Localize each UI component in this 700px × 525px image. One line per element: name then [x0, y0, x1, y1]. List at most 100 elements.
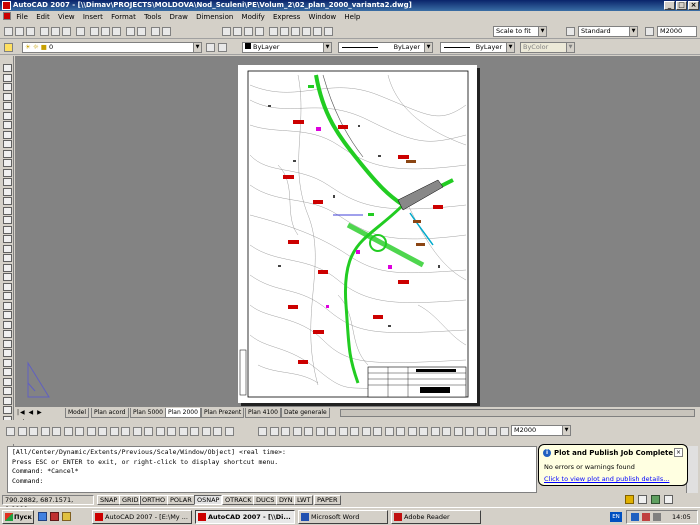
design-center-icon[interactable]	[280, 27, 289, 36]
paste-icon[interactable]	[112, 27, 121, 36]
erase-icon[interactable]	[6, 427, 15, 436]
scale-icon[interactable]	[488, 427, 497, 436]
zoom-realtime-icon[interactable]	[233, 27, 242, 36]
ellipse-tool-icon[interactable]	[3, 149, 12, 158]
tab-model[interactable]: Model	[65, 408, 90, 418]
offset-icon[interactable]	[40, 427, 50, 436]
lwt-toggle[interactable]: LWT	[294, 495, 314, 505]
menu-draw[interactable]: Draw	[170, 13, 188, 21]
lineweight-combo[interactable]: ByLayer ▼	[440, 42, 515, 53]
tray-volume-icon[interactable]	[653, 513, 661, 521]
circle-tool-icon[interactable]	[3, 121, 12, 129]
menu-modify[interactable]: Modify	[242, 13, 265, 21]
chevron-down-icon[interactable]: ▼	[323, 43, 331, 52]
properties-icon[interactable]	[269, 27, 278, 36]
circle-tool-icon[interactable]	[3, 311, 12, 319]
polygon-tool-icon[interactable]	[3, 282, 12, 291]
tab-plan-acord[interactable]: Plan acord	[91, 408, 129, 418]
match-properties-icon[interactable]	[126, 27, 135, 36]
show-desktop-icon[interactable]	[38, 512, 47, 521]
communication-center-icon[interactable]	[638, 495, 647, 504]
quicklaunch-explorer-icon[interactable]	[62, 512, 71, 521]
insert-block-tool-icon[interactable]	[3, 168, 12, 177]
start-button[interactable]: Пуск	[2, 510, 34, 524]
ellipse-tool-icon[interactable]	[3, 339, 12, 348]
aligned-dim-icon[interactable]	[201, 427, 211, 436]
dim-text-edit-icon[interactable]	[384, 427, 394, 436]
layer-previous-icon[interactable]	[218, 43, 227, 52]
break-icon[interactable]	[132, 427, 142, 436]
chevron-down-icon[interactable]: ▼	[562, 426, 570, 435]
command-prompt[interactable]: Command:	[12, 477, 532, 487]
plot-status-icon[interactable]	[625, 495, 634, 504]
tab-plan-prezent[interactable]: Plan Prezent	[201, 408, 245, 418]
open-icon[interactable]	[15, 27, 24, 36]
tab-date-generale[interactable]: Date generale	[281, 408, 330, 418]
move-icon[interactable]	[63, 427, 73, 436]
text-style-icon[interactable]	[566, 27, 575, 36]
menu-insert[interactable]: Insert	[83, 13, 103, 21]
ordinate-icon[interactable]	[224, 427, 234, 436]
layer-manager-icon[interactable]	[4, 43, 13, 52]
menu-help[interactable]: Help	[344, 13, 360, 21]
ellipse-arc-tool-icon[interactable]	[3, 159, 12, 167]
polar-toggle[interactable]: POLAR	[167, 495, 195, 505]
baseline-icon[interactable]	[315, 427, 325, 436]
polyline-tool-icon[interactable]	[3, 273, 12, 281]
undo-icon[interactable]	[151, 27, 160, 36]
chevron-down-icon[interactable]: ▼	[193, 43, 201, 52]
chevron-down-icon[interactable]: ▼	[424, 43, 432, 52]
clean-screen-icon[interactable]	[664, 495, 673, 504]
coordinate-readout[interactable]: 790.2882, 687.1571, 0.0000	[2, 495, 94, 513]
ducs-toggle[interactable]: DUCS	[253, 495, 278, 505]
point-tool-icon[interactable]	[3, 187, 12, 196]
radius-icon[interactable]	[258, 427, 267, 436]
menu-window[interactable]: Window	[309, 13, 337, 21]
line-tool-icon[interactable]	[3, 64, 12, 72]
command-line-window[interactable]: [All/Center/Dynamic/Extents/Previous/Sca…	[7, 446, 537, 493]
array-icon[interactable]	[453, 427, 463, 436]
arc-tool-icon[interactable]	[3, 301, 12, 310]
multiline-text-tool-icon[interactable]	[3, 235, 12, 243]
text-style-combo[interactable]: Standard ▼	[578, 26, 638, 37]
menu-tools[interactable]: Tools	[144, 13, 161, 21]
chevron-down-icon[interactable]: ▼	[506, 43, 514, 52]
minimize-button[interactable]: _	[664, 1, 675, 10]
zoom-previous-icon[interactable]	[255, 27, 264, 36]
linear-dim-icon[interactable]	[190, 427, 199, 436]
diameter-icon[interactable]	[281, 427, 290, 436]
snap-toggle[interactable]: SNAP	[97, 495, 121, 505]
move-icon[interactable]	[465, 427, 474, 436]
fillet-icon[interactable]	[167, 427, 176, 436]
close-icon[interactable]: ×	[674, 448, 683, 457]
layer-combo[interactable]: ☀ ☼ ■ 0 ▼	[22, 42, 202, 53]
close-button[interactable]: ×	[688, 1, 699, 10]
array-icon[interactable]	[52, 427, 61, 436]
line-tool-icon[interactable]	[3, 254, 12, 262]
revision-cloud-tool-icon[interactable]	[3, 130, 12, 139]
pan-icon[interactable]	[222, 27, 231, 36]
linetype-combo[interactable]: ByLayer ▼	[338, 42, 433, 53]
region-tool-icon[interactable]	[3, 216, 12, 224]
quickcalc-icon[interactable]	[324, 27, 333, 36]
point-tool-icon[interactable]	[3, 377, 12, 386]
arc-length-icon[interactable]	[213, 427, 222, 436]
stretch-icon[interactable]	[98, 427, 107, 436]
angular-icon[interactable]	[292, 427, 302, 436]
sheet-set-icon[interactable]	[302, 27, 311, 36]
menu-file[interactable]: File	[16, 13, 28, 21]
hatch-tool-icon[interactable]	[3, 197, 12, 205]
maximize-button[interactable]: □	[676, 1, 687, 10]
dim-edit-icon[interactable]	[373, 427, 382, 436]
make-block-tool-icon[interactable]	[3, 368, 12, 376]
plot-complete-notification[interactable]: i × Plot and Publish Job Complete No err…	[538, 444, 688, 486]
hatch-tool-icon[interactable]	[3, 387, 12, 395]
revision-cloud-tool-icon[interactable]	[3, 320, 12, 329]
join-icon[interactable]	[144, 427, 153, 436]
dimstyle-combo-bottom[interactable]: M2000 ▼	[511, 425, 571, 436]
save-icon[interactable]	[26, 27, 35, 36]
quick-dim-icon[interactable]	[304, 427, 313, 436]
plot-details-link[interactable]: Click to view plot and publish details..…	[544, 475, 682, 483]
menu-edit[interactable]: Edit	[36, 13, 50, 21]
mirror-icon[interactable]	[430, 427, 440, 436]
